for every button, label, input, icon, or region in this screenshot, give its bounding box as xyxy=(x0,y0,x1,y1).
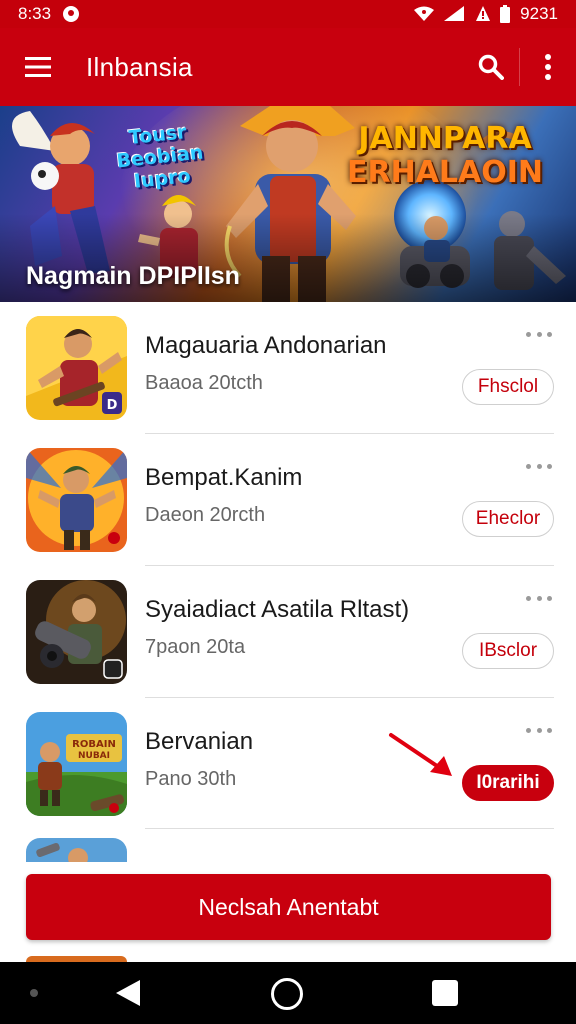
item-more-icon[interactable] xyxy=(526,596,552,606)
item-title: Syaiadiact Asatila Rltast) xyxy=(145,596,410,623)
thumbnail-badge: D xyxy=(107,398,118,413)
item-title: Bempat.Kanim xyxy=(145,464,303,491)
app-bar: Ilnbansia xyxy=(0,28,576,106)
menu-button[interactable] xyxy=(0,28,76,106)
battery-label: 9231 xyxy=(520,4,558,23)
game-thumbnail-partial xyxy=(26,838,127,862)
thumbnail-logo-line: ROBAIN xyxy=(72,739,116,750)
notification-icon xyxy=(63,6,80,22)
battery-icon xyxy=(500,5,511,23)
status-time: 8:33 xyxy=(18,4,52,23)
nav-indicator-dot xyxy=(30,989,38,997)
game-thumbnail xyxy=(26,580,127,684)
red-arrow-icon xyxy=(389,733,452,776)
search-icon xyxy=(478,54,504,80)
system-nav-bar xyxy=(0,962,576,1024)
item-more-icon[interactable] xyxy=(526,728,552,738)
banner-caption: Nagmain DPIPlIsn xyxy=(26,262,240,290)
featured-banner[interactable]: Tousr Beobian Iupro JANNPARA ERHALAOIN N… xyxy=(0,106,576,302)
menu-icon xyxy=(25,57,51,77)
item-action-button[interactable]: Fhsclol xyxy=(462,369,554,405)
item-action-button[interactable]: Eheclor xyxy=(462,501,554,537)
item-more-icon[interactable] xyxy=(526,464,552,474)
wifi-icon xyxy=(414,6,435,22)
signal-icon xyxy=(444,6,466,22)
back-icon[interactable] xyxy=(113,978,143,1008)
item-subtitle: Pano 30th xyxy=(145,768,237,790)
banner-logo-right: JANNPARA ERHALAOIN xyxy=(340,122,550,190)
list-item[interactable]: D Magauaria Andonarian Baaoa 20tcth Fhsc… xyxy=(0,302,576,434)
item-title: Magauaria Andonarian xyxy=(145,332,387,359)
item-action-button[interactable]: IBsclor xyxy=(462,633,554,669)
list-divider xyxy=(145,828,554,829)
game-thumbnail: D xyxy=(26,316,127,420)
list-item[interactable]: Bempat.Kanim Daeon 20rcth Eheclor xyxy=(0,434,576,566)
game-thumbnail xyxy=(26,448,127,552)
home-icon[interactable] xyxy=(271,978,303,1010)
search-button[interactable] xyxy=(463,28,519,106)
item-subtitle: Baaoa 20tcth xyxy=(145,372,263,394)
list-item[interactable]: Syaiadiact Asatila Rltast) 7paon 20ta IB… xyxy=(0,566,576,922)
item-subtitle: 7paon 20ta xyxy=(145,636,246,658)
app-title: Ilnbansia xyxy=(86,51,193,82)
alert-icon xyxy=(476,6,491,22)
more-vert-icon xyxy=(545,54,551,80)
list-item[interactable]: ROBAIN NUBAI Bervanian Pano 30th I0rarih… xyxy=(0,698,576,830)
banner-logo-right-line: ERHALAOIN xyxy=(346,155,544,190)
more-options-button[interactable] xyxy=(520,28,576,106)
banner-logo-right-line: JANNPARA xyxy=(358,121,532,156)
game-thumbnail: ROBAIN NUBAI xyxy=(26,712,127,816)
primary-cta-button[interactable]: Neclsah Anentabt xyxy=(26,874,551,940)
item-action-button[interactable]: I0rarihi xyxy=(462,765,554,801)
status-bar: 8:33 9231 xyxy=(0,0,576,28)
thumbnail-logo-line: NUBAI xyxy=(78,751,110,761)
item-title: Bervanian xyxy=(145,728,254,755)
game-list: D Magauaria Andonarian Baaoa 20tcth Fhsc… xyxy=(0,302,576,922)
recents-icon[interactable] xyxy=(432,980,458,1006)
banner-logo-left: Tousr Beobian Iupro xyxy=(97,118,223,196)
item-more-icon[interactable] xyxy=(526,332,552,342)
item-subtitle: Daeon 20rcth xyxy=(145,504,266,526)
